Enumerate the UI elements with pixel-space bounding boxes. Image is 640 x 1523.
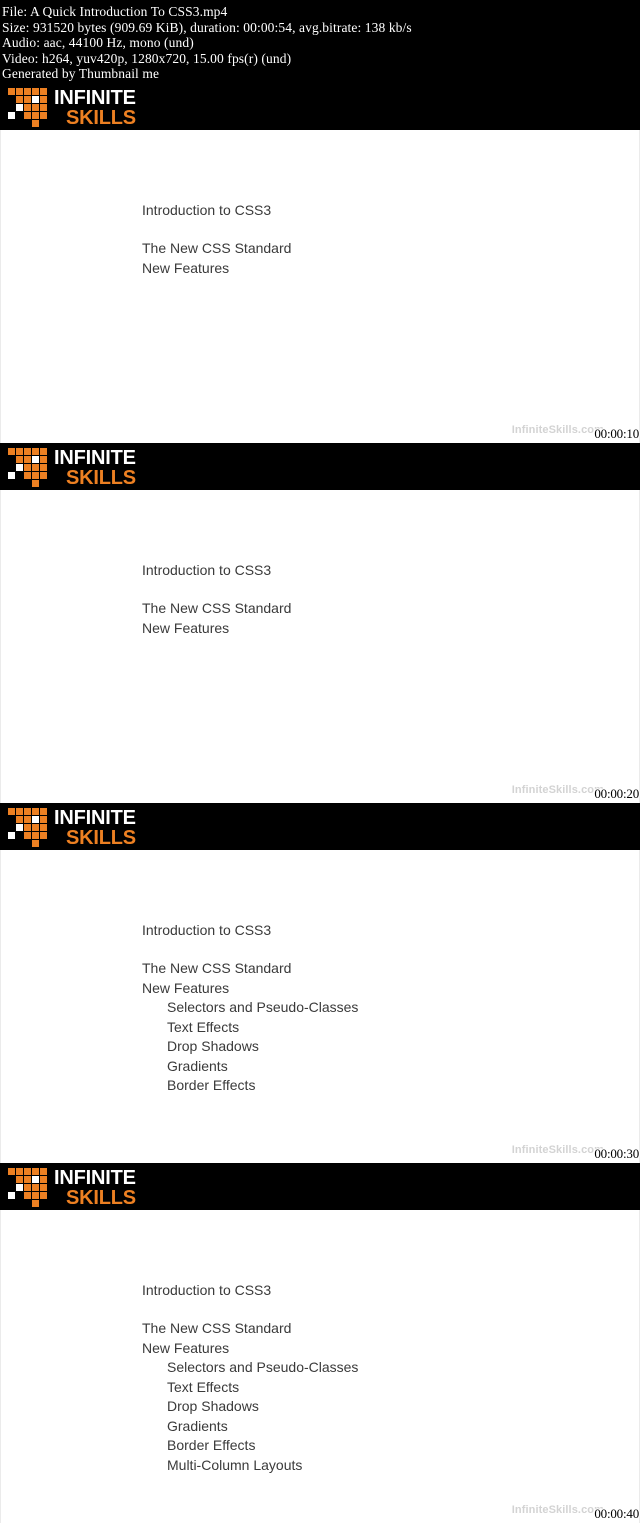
slide-title: Introduction to CSS3	[142, 1282, 272, 1298]
logo-word-infinite: INFINITE	[54, 87, 136, 109]
slide-heading-line: New Features	[142, 1339, 230, 1356]
logo-pixel-grid-icon	[8, 808, 52, 847]
slide-text-block: Introduction to CSS3 The New CSS Standard…	[142, 1281, 640, 1475]
slide-heading-line: The New CSS Standard	[142, 600, 292, 616]
thumbnail-grid: INFINITE SKILLS Introduction to CSS3 The Ne…	[0, 83, 640, 1523]
slide-title: Introduction to CSS3	[142, 922, 272, 938]
slide-bullet-item: Border Effects	[167, 1077, 256, 1093]
watermark: InfiniteSkills.com	[511, 784, 604, 796]
info-line-file: File: A Quick Introduction To CSS3.mp4	[2, 4, 228, 19]
slide-title: Introduction to CSS3	[142, 562, 272, 578]
slide-bullet-item: Drop Shadows	[167, 1398, 259, 1414]
slide-spacer	[142, 220, 640, 239]
slide-bullet-item: Text Effects	[167, 1378, 240, 1395]
video-thumbnail[interactable]: INFINITE SKILLS Introduction to CSS3 The Ne…	[0, 443, 640, 803]
slide-bullet-item: Gradients	[167, 1057, 228, 1074]
infiniteskills-logo: INFINITE SKILLS	[8, 807, 136, 849]
logo-word-skills: SKILLS	[66, 107, 136, 129]
thumbnail-timestamp: 00:00:40	[594, 1506, 639, 1521]
logo-wordmark: INFINITE SKILLS	[54, 447, 136, 489]
slide-content: Introduction to CSS3 The New CSS Standard…	[0, 850, 640, 1163]
slide-heading-line: New Features	[142, 979, 230, 996]
slide-bullet-item: Text Effects	[167, 1018, 240, 1035]
slide-text-block: Introduction to CSS3 The New CSS Standard…	[142, 561, 640, 638]
logo-word-infinite: INFINITE	[54, 807, 136, 829]
logo-wordmark: INFINITE SKILLS	[54, 1167, 136, 1209]
slide-spacer	[142, 580, 640, 599]
slide-content: Introduction to CSS3 The New CSS Standard…	[0, 130, 640, 443]
slide-bullet-item: Drop Shadows	[167, 1038, 259, 1054]
logo-word-skills: SKILLS	[66, 1187, 136, 1209]
slide-heading-line: New Features	[142, 619, 230, 636]
slide-text-block: Introduction to CSS3 The New CSS Standard…	[142, 201, 640, 278]
info-line-size: Size: 931520 bytes (909.69 KiB), duratio…	[2, 19, 412, 35]
logo-pixel-grid-icon	[8, 88, 52, 127]
slide-brand-banner: INFINITE SKILLS	[0, 443, 640, 490]
logo-wordmark: INFINITE SKILLS	[54, 87, 136, 129]
slide-heading-line: The New CSS Standard	[142, 1320, 292, 1336]
logo-word-skills: SKILLS	[66, 467, 136, 489]
slide-brand-banner: INFINITE SKILLS	[0, 803, 640, 850]
logo-pixel-grid-icon	[8, 1168, 52, 1207]
slide-brand-banner: INFINITE SKILLS	[0, 83, 640, 130]
slide-brand-banner: INFINITE SKILLS	[0, 1163, 640, 1210]
slide-bullet-item: Gradients	[167, 1417, 228, 1434]
slide-left-edge	[0, 490, 1, 803]
slide-spacer	[142, 940, 640, 959]
watermark: InfiniteSkills.com	[511, 1504, 604, 1516]
info-line-generator: Generated by Thumbnail me	[2, 66, 160, 82]
thumbnail-timestamp: 00:00:20	[594, 786, 639, 801]
info-line-video: Video: h264, yuv420p, 1280x720, 15.00 fp…	[2, 50, 292, 66]
slide-content: Introduction to CSS3 The New CSS Standard…	[0, 490, 640, 803]
video-thumbnail[interactable]: INFINITE SKILLS Introduction to CSS3 The Ne…	[0, 83, 640, 443]
slide-heading-line: New Features	[142, 259, 230, 276]
video-info-header: File: A Quick Introduction To CSS3.mp4 S…	[0, 0, 640, 83]
logo-word-infinite: INFINITE	[54, 1167, 136, 1189]
slide-text-block: Introduction to CSS3 The New CSS Standard…	[142, 921, 640, 1096]
slide-spacer	[142, 1300, 640, 1319]
watermark: InfiniteSkills.com	[511, 424, 604, 436]
thumbnail-timestamp: 00:00:10	[594, 426, 639, 441]
video-thumbnail[interactable]: INFINITE SKILLS Introduction to CSS3 The Ne…	[0, 1163, 640, 1523]
slide-heading-line: The New CSS Standard	[142, 240, 292, 256]
slide-bullet-item: Multi-Column Layouts	[167, 1456, 303, 1473]
thumbnail-timestamp: 00:00:30	[594, 1146, 639, 1161]
slide-left-edge	[0, 850, 1, 1163]
slide-heading-line: The New CSS Standard	[142, 960, 292, 976]
logo-word-skills: SKILLS	[66, 827, 136, 849]
logo-word-infinite: INFINITE	[54, 447, 136, 469]
video-thumbnail[interactable]: INFINITE SKILLS Introduction to CSS3 The Ne…	[0, 803, 640, 1163]
logo-pixel-grid-icon	[8, 448, 52, 487]
slide-bullet-item: Border Effects	[167, 1437, 256, 1453]
infiniteskills-logo: INFINITE SKILLS	[8, 87, 136, 129]
slide-bullet-item: Selectors and Pseudo-Classes	[167, 1359, 359, 1375]
info-line-audio: Audio: aac, 44100 Hz, mono (und)	[2, 35, 194, 51]
slide-left-edge	[0, 1210, 1, 1523]
watermark: InfiniteSkills.com	[511, 1144, 604, 1156]
logo-wordmark: INFINITE SKILLS	[54, 807, 136, 849]
slide-bullet-item: Selectors and Pseudo-Classes	[167, 999, 359, 1015]
infiniteskills-logo: INFINITE SKILLS	[8, 1167, 136, 1209]
slide-left-edge	[0, 130, 1, 443]
slide-title: Introduction to CSS3	[142, 202, 272, 218]
slide-content: Introduction to CSS3 The New CSS Standard…	[0, 1210, 640, 1523]
infiniteskills-logo: INFINITE SKILLS	[8, 447, 136, 489]
